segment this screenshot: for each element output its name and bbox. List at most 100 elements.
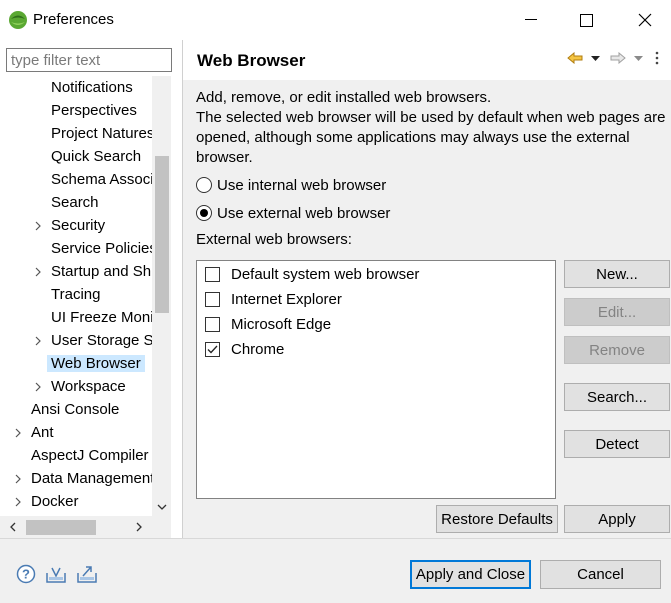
browser-name: Microsoft Edge [231, 315, 332, 333]
browser-list-item[interactable]: Internet Explorer [205, 288, 342, 310]
external-browsers-label: External web browsers: [196, 231, 352, 248]
tree-item[interactable]: Startup and Shutdown [35, 261, 152, 283]
export-preferences-icon[interactable] [76, 563, 98, 585]
radio-external-label: Use external web browser [217, 204, 391, 222]
scroll-left-arrow-icon[interactable] [6, 518, 20, 536]
tree-item-label: Quick Search [51, 148, 142, 165]
browser-list-item[interactable]: Chrome [205, 338, 284, 360]
tree-item[interactable]: AspectJ Compiler [31, 445, 149, 467]
tree-item-label: Ansi Console [31, 401, 120, 418]
apply-button[interactable]: Apply [564, 505, 670, 533]
restore-defaults-button[interactable]: Restore Defaults [436, 505, 558, 533]
expand-chevron-icon[interactable] [13, 422, 23, 444]
expand-chevron-icon[interactable] [13, 468, 23, 490]
pane-divider[interactable] [182, 40, 183, 538]
tree-item-label: Docker [31, 493, 79, 510]
window-title: Preferences [33, 11, 114, 28]
tree-item-label: Tracing [51, 286, 101, 303]
tree-item-label: Project Natures [51, 125, 152, 142]
browser-checkbox[interactable] [205, 266, 220, 282]
tree-item[interactable]: Ansi Console [31, 399, 119, 421]
tree-item[interactable]: Docker [15, 491, 79, 513]
new-browser-button[interactable]: New... [564, 260, 670, 288]
tree-item[interactable]: Service Policies [51, 238, 152, 260]
radio-internal-indicator[interactable] [196, 177, 212, 193]
page-description: Add, remove, or edit installed web brows… [196, 88, 668, 168]
tree-item[interactable]: Security [35, 215, 106, 237]
tree-item-label: UI Freeze Monitoring [51, 309, 152, 326]
tree-item-label: Ant [31, 424, 54, 441]
tree-item[interactable]: Data Management [15, 468, 152, 490]
radio-external-indicator[interactable] [196, 205, 212, 221]
expand-chevron-icon[interactable] [33, 261, 43, 283]
import-preferences-icon[interactable] [45, 563, 67, 585]
checkmark-icon [207, 345, 218, 353]
tree-item-label: Schema Associations [51, 171, 152, 188]
tree-item-label: Web Browser [47, 355, 145, 372]
search-browsers-button[interactable]: Search... [564, 383, 670, 411]
footer-separator [0, 538, 671, 539]
browser-list-item[interactable]: Microsoft Edge [205, 313, 331, 335]
expand-chevron-icon[interactable] [33, 376, 43, 398]
tree-item-label: Service Policies [51, 240, 152, 257]
tree-item[interactable]: Workspace [35, 376, 126, 398]
browser-checkbox[interactable] [205, 316, 220, 332]
tree-item[interactable]: Schema Associations [51, 169, 152, 191]
minimize-button[interactable] [508, 0, 554, 40]
tree-item[interactable]: User Storage Service [35, 330, 152, 352]
tree-item[interactable]: Perspectives [51, 100, 137, 122]
forward-history-dropdown-icon[interactable] [632, 48, 644, 68]
tree-vertical-scroll-thumb[interactable] [155, 156, 169, 313]
description-line-2: The selected web browser will be used by… [196, 109, 666, 166]
browser-name: Chrome [231, 340, 285, 358]
tree-item-label: Search [51, 194, 99, 211]
tree-item-label: Perspectives [51, 102, 137, 119]
browser-checkbox[interactable] [205, 291, 220, 307]
preferences-tree: Notifications Perspectives Project Natures… [0, 76, 152, 516]
expand-chevron-icon[interactable] [33, 215, 43, 237]
expand-chevron-icon[interactable] [33, 330, 43, 352]
apply-and-close-button[interactable]: Apply and Close [410, 560, 531, 589]
view-menu-icon[interactable] [652, 48, 662, 68]
tree-item[interactable]: Tracing [51, 284, 100, 306]
tree-item[interactable]: Web Browser [47, 353, 145, 375]
cancel-button[interactable]: Cancel [540, 560, 661, 589]
tree-item[interactable]: Project Natures [51, 123, 152, 145]
help-icon[interactable]: ? [15, 563, 37, 585]
forward-arrow-icon[interactable] [609, 48, 627, 68]
external-browsers-list[interactable]: Default system web browser Internet Explo… [196, 260, 556, 499]
remove-browser-button[interactable]: Remove [564, 336, 670, 364]
eclipse-app-icon [8, 10, 28, 30]
close-icon [638, 13, 652, 27]
tree-item[interactable]: Quick Search [51, 146, 141, 168]
expand-chevron-icon[interactable] [13, 491, 23, 513]
tree-item-label: AspectJ Compiler [31, 447, 149, 464]
scroll-down-arrow-icon[interactable] [152, 498, 171, 516]
edit-browser-button[interactable]: Edit... [564, 298, 670, 326]
tree-item[interactable]: UI Freeze Monitoring [51, 307, 152, 329]
browser-name: Internet Explorer [231, 290, 342, 308]
tree-item-label: User Storage Service [51, 332, 152, 349]
detect-browsers-button[interactable]: Detect [564, 430, 670, 458]
back-arrow-icon[interactable] [566, 48, 584, 68]
radio-internal-label: Use internal web browser [217, 176, 387, 194]
tree-item[interactable]: Notifications [51, 77, 133, 99]
browser-checkbox[interactable] [205, 341, 220, 357]
tree-item-label: Security [51, 217, 106, 234]
radio-external-browser[interactable]: Use external web browser [196, 202, 390, 224]
scroll-right-arrow-icon[interactable] [132, 518, 146, 536]
tree-horizontal-scroll-thumb[interactable] [26, 520, 96, 535]
tree-item-label: Data Management [31, 470, 152, 487]
close-button[interactable] [622, 0, 668, 40]
tree-item-label: Startup and Shutdown [51, 263, 152, 280]
maximize-button[interactable] [563, 0, 609, 40]
svg-text:?: ? [22, 567, 30, 582]
radio-internal-browser[interactable]: Use internal web browser [196, 174, 386, 196]
tree-item-label: Workspace [51, 378, 126, 395]
browser-list-item[interactable]: Default system web browser [205, 263, 419, 285]
page-title: Web Browser [197, 51, 306, 70]
tree-item[interactable]: Ant [15, 422, 54, 444]
filter-input[interactable] [6, 48, 172, 72]
tree-item[interactable]: Search [51, 192, 99, 214]
back-history-dropdown-icon[interactable] [589, 48, 601, 68]
